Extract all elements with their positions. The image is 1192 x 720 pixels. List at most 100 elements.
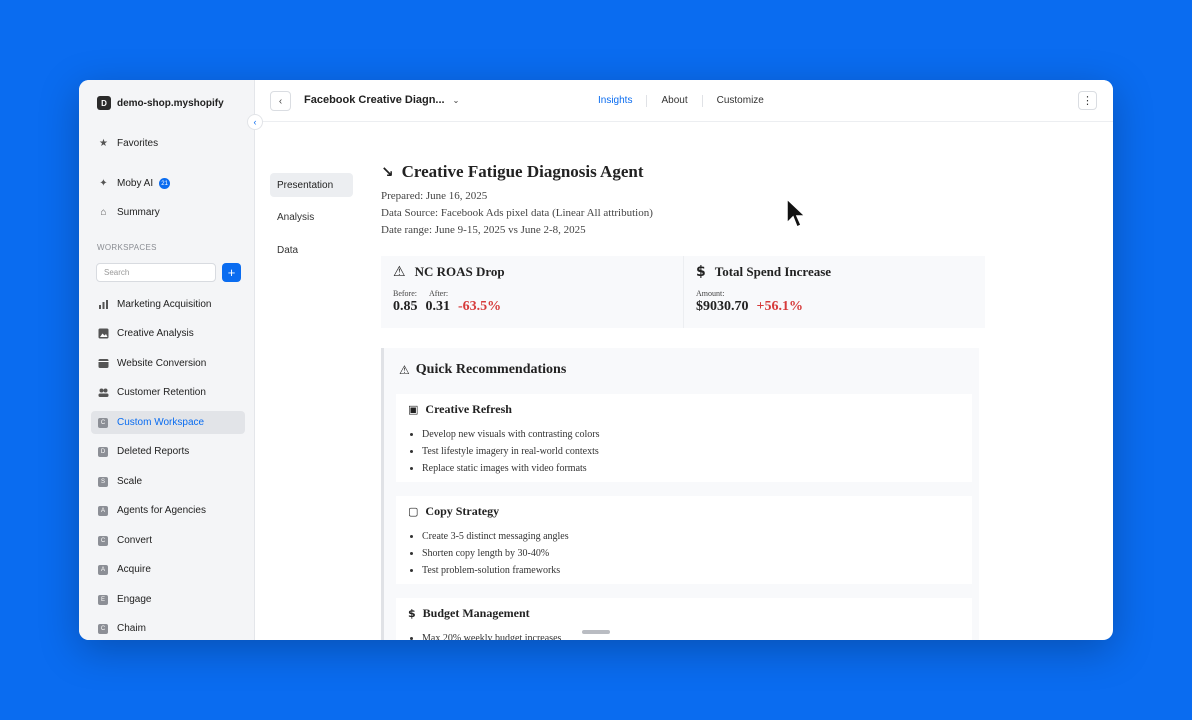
workspace-letter-icon: C <box>98 623 108 634</box>
sidebar-item-chaim[interactable]: C Chaim <box>91 617 245 640</box>
top-nav: Insights About Customize <box>598 95 764 107</box>
sidebar-item-moby-ai[interactable]: ✦ Moby AI 21 <box>91 172 245 195</box>
shop-switcher[interactable]: D demo-shop.myshopify <box>97 96 224 110</box>
amount-value: $9030.70 <box>696 299 749 314</box>
app-window: D demo-shop.myshopify ★ Favorites ✦ Moby… <box>79 80 1113 640</box>
sidebar-item-agents-for-agencies[interactable]: A Agents for Agencies <box>91 499 245 522</box>
sidebar-item-label: Customer Retention <box>117 387 206 398</box>
before-value: 0.85 <box>393 299 418 314</box>
after-value: 0.31 <box>425 299 451 314</box>
card-title-text: Budget Management <box>422 606 530 620</box>
tab-about[interactable]: About <box>661 95 687 107</box>
more-options-icon[interactable]: ⋮ <box>1078 91 1097 110</box>
workspace-letter-icon: D <box>98 446 108 457</box>
nav-divider <box>701 95 703 107</box>
metric-labels: Amount: <box>696 289 973 298</box>
workspaces-heading: WORKSPACES <box>97 243 157 252</box>
tab-customize[interactable]: Customize <box>717 95 764 107</box>
card-title: ▢ Copy Strategy <box>408 504 960 519</box>
sidebar-item-engage[interactable]: E Engage <box>91 588 245 611</box>
sidebar-item-convert[interactable]: C Convert <box>91 529 245 552</box>
shop-badge: D <box>97 96 111 110</box>
prepared-date: Prepared: June 16, 2025 <box>381 190 488 202</box>
metric-title: $ Total Spend Increase <box>696 264 973 280</box>
collapse-sidebar-button[interactable]: ‹ <box>247 114 263 130</box>
report-title: Facebook Creative Diagn... <box>304 94 445 106</box>
add-workspace-button[interactable]: + <box>222 263 241 282</box>
report-meta: Prepared: June 16, 2025 Data Source: Fac… <box>381 188 991 239</box>
card-title: $ Budget Management <box>408 606 960 621</box>
warning-icon: ⚠ <box>393 264 406 280</box>
change-value: -63.5% <box>458 299 502 314</box>
top-bar: ‹ Facebook Creative Diagn... ⌄ Insights … <box>255 80 1113 122</box>
card-title: ▣ Creative Refresh <box>408 402 960 417</box>
data-source: Data Source: Facebook Ads pixel data (Li… <box>381 207 653 219</box>
star-icon: ★ <box>99 138 108 149</box>
workspace-letter-icon: A <box>98 564 108 575</box>
section-title: ⚠ Quick Recommendations <box>399 362 566 378</box>
sidebar-item-summary[interactable]: ⌂ Summary <box>91 201 245 224</box>
sidebar-item-acquire[interactable]: A Acquire <box>91 558 245 581</box>
shop-name: demo-shop.myshopify <box>117 97 224 109</box>
dollar-icon: $ <box>696 264 706 280</box>
nav-divider <box>646 95 648 107</box>
tab-presentation[interactable]: Presentation <box>270 173 353 197</box>
card-title-text: Creative Refresh <box>425 402 512 416</box>
workspace-letter-icon: S <box>98 476 108 487</box>
report-selector[interactable]: Facebook Creative Diagn... ⌄ <box>304 94 459 106</box>
sidebar-item-label: Convert <box>117 535 153 546</box>
horizontal-scrollbar[interactable] <box>582 630 610 634</box>
sidebar-item-customer-retention[interactable]: Customer Retention <box>91 381 245 404</box>
quick-recommendations: ⚠ Quick Recommendations ▣ Creative Refre… <box>381 348 979 640</box>
sidebar-item-marketing-acquisition[interactable]: Marketing Acquisition <box>91 293 245 316</box>
sidebar-item-creative-analysis[interactable]: Creative Analysis <box>91 322 245 345</box>
report-header: ↘ Creative Fatigue Diagnosis Agent Prepa… <box>381 162 991 239</box>
sidebar-item-label: Marketing Acquisition <box>117 299 212 310</box>
metric-title: ⚠ NC ROAS Drop <box>393 264 671 280</box>
card-budget-management: $ Budget Management Max 20% weekly budge… <box>396 598 972 640</box>
card-list: Develop new visuals with contrasting col… <box>408 426 960 477</box>
list-item: Shorten copy length by 30-40% <box>422 545 960 562</box>
browser-icon <box>98 358 109 369</box>
tab-data[interactable]: Data <box>270 238 353 262</box>
amount-label: Amount: <box>696 289 725 298</box>
sidebar-item-favorites[interactable]: ★ Favorites <box>91 132 245 155</box>
metric-nc-roas: ⚠ NC ROAS Drop Before: After: 0.85 0.31 … <box>381 256 683 328</box>
tab-insights[interactable]: Insights <box>598 95 632 107</box>
sidebar-item-label: Scale <box>117 476 143 487</box>
sidebar-item-label: Acquire <box>117 564 151 575</box>
workspace-letter-icon: C <box>98 535 108 546</box>
tab-analysis[interactable]: Analysis <box>270 205 353 229</box>
chevron-down-icon: ⌄ <box>452 95 460 105</box>
sidebar-item-website-conversion[interactable]: Website Conversion <box>91 352 245 375</box>
sidebar-item-label: Website Conversion <box>117 358 207 369</box>
metric-total-spend: $ Total Spend Increase Amount: $9030.70 … <box>683 256 985 328</box>
card-list: Max 20% weekly budget increases <box>408 630 960 640</box>
chat-bubble-icon: ▢ <box>408 505 419 518</box>
sidebar-item-label: Summary <box>117 207 160 218</box>
metric-values: $9030.70 +56.1% <box>696 299 973 315</box>
home-icon: ⌂ <box>100 207 107 218</box>
list-item: Test problem-solution frameworks <box>422 562 960 579</box>
warning-icon: ⚠ <box>399 363 410 377</box>
sparkle-icon: ✦ <box>99 178 108 189</box>
search-input[interactable]: Search <box>96 263 216 282</box>
page-title: Creative Fatigue Diagnosis Agent <box>401 162 644 181</box>
sidebar-item-label: Moby AI <box>117 178 154 189</box>
list-item: Test lifestyle imagery in real-world con… <box>422 443 960 460</box>
workspace-letter-icon: E <box>98 594 108 605</box>
after-label: After: <box>429 289 449 298</box>
change-value: +56.1% <box>756 299 803 314</box>
image-icon <box>98 328 109 339</box>
list-item: Create 3-5 distinct messaging angles <box>422 528 960 545</box>
sidebar-item-custom-workspace[interactable]: C Custom Workspace <box>91 411 245 434</box>
before-label: Before: <box>393 289 417 298</box>
sidebar-item-label: Creative Analysis <box>117 328 194 339</box>
sidebar-item-scale[interactable]: S Scale <box>91 470 245 493</box>
card-copy-strategy: ▢ Copy Strategy Create 3-5 distinct mess… <box>396 496 972 584</box>
list-item: Replace static images with video formats <box>422 460 960 477</box>
dollar-icon: $ <box>408 607 416 620</box>
back-button[interactable]: ‹ <box>270 91 291 111</box>
sidebar-item-deleted-reports[interactable]: D Deleted Reports <box>91 440 245 463</box>
bar-chart-icon <box>98 299 109 310</box>
